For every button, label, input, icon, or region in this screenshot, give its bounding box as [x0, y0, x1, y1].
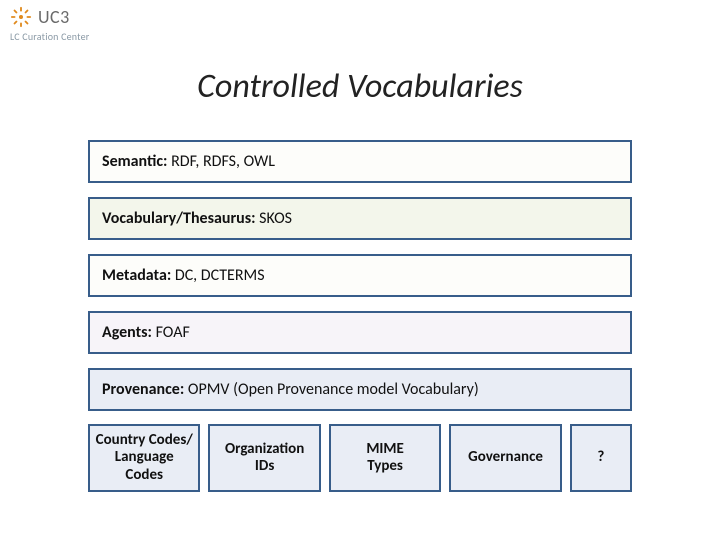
vocabulary-rows: Semantic: RDF, RDFS, OWL Vocabulary/Thes… [88, 140, 632, 411]
row-value: FOAF [156, 323, 190, 342]
cell-governance: Governance [449, 424, 561, 492]
row-label: Agents: [102, 323, 156, 342]
row-label: Vocabulary/Thesaurus: [102, 209, 259, 228]
cell-country-language-codes: Country Codes/ Language Codes [88, 424, 200, 492]
row-label: Semantic: [102, 152, 171, 171]
row-value: SKOS [259, 209, 292, 228]
row-vocabulary-thesaurus: Vocabulary/Thesaurus: SKOS [88, 197, 632, 240]
row-metadata: Metadata: DC, DCTERMS [88, 254, 632, 297]
logo-subtitle: LC Curation Center [10, 30, 89, 43]
starburst-icon [10, 6, 32, 28]
logo-text: UC3 [38, 6, 70, 28]
bottom-row: Country Codes/ Language Codes Organizati… [88, 424, 632, 492]
logo: UC3 LC Curation Center [10, 6, 89, 43]
row-label: Metadata: [102, 266, 175, 285]
cell-organization-ids: Organization IDs [208, 424, 320, 492]
cell-unknown: ? [570, 424, 632, 492]
row-label: Provenance: [102, 380, 188, 399]
row-semantic: Semantic: RDF, RDFS, OWL [88, 140, 632, 183]
row-value: OPMV (Open Provenance model Vocabulary) [188, 380, 479, 399]
row-agents: Agents: FOAF [88, 311, 632, 354]
row-provenance: Provenance: OPMV (Open Provenance model … [88, 368, 632, 411]
row-value: RDF, RDFS, OWL [171, 152, 275, 171]
row-value: DC, DCTERMS [175, 266, 265, 285]
cell-mime-types: MIME Types [329, 424, 441, 492]
logo-top: UC3 [10, 6, 89, 28]
page-title: Controlled Vocabularies [0, 66, 720, 107]
